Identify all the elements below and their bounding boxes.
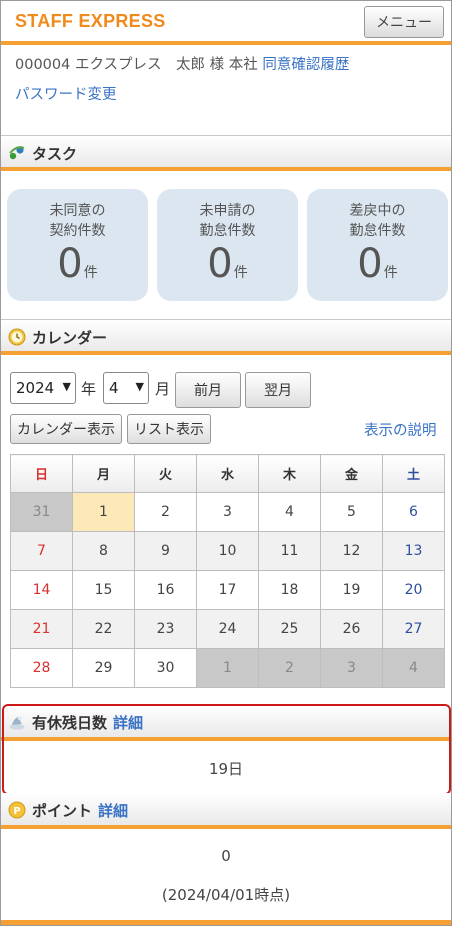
month-unit-label: 月: [155, 380, 171, 398]
weekday-fri: 金: [320, 454, 383, 493]
task-section-title: タスク: [32, 145, 78, 163]
calendar-week: 7 8 9 10 11 12 13: [10, 531, 445, 571]
calendar-day[interactable]: 27: [382, 609, 445, 649]
calendar-day[interactable]: 17: [196, 570, 259, 610]
task-card-line1: 未申請の: [199, 203, 256, 219]
calendar-day[interactable]: 15: [72, 570, 135, 610]
calendar-section-title: カレンダー: [32, 329, 108, 347]
task-card-line1: 未同意の: [49, 203, 106, 219]
consent-history-link[interactable]: 同意確認履歴: [262, 57, 349, 73]
calendar-day[interactable]: 29: [72, 648, 135, 688]
task-card-count: 0件: [357, 241, 398, 287]
calendar-day[interactable]: 16: [134, 570, 197, 610]
calendar-day[interactable]: 3: [320, 648, 383, 688]
task-card-unsubmitted-attendance[interactable]: 未申請の 勤怠件数 0件: [157, 189, 298, 301]
menu-button[interactable]: メニュー: [364, 6, 444, 38]
calendar-day[interactable]: 30: [134, 648, 197, 688]
calendar-day[interactable]: 20: [382, 570, 445, 610]
calendar-week: 14 15 16 17 18 19 20: [10, 570, 445, 610]
calendar-day[interactable]: 10: [196, 531, 259, 571]
calendar-day[interactable]: 28: [10, 648, 73, 688]
calendar-day[interactable]: 31: [10, 492, 73, 532]
calendar-day[interactable]: 9: [134, 531, 197, 571]
point-coin-icon: P: [8, 801, 26, 819]
calendar-day[interactable]: 1: [196, 648, 259, 688]
calendar-day[interactable]: 24: [196, 609, 259, 649]
calendar-day[interactable]: 25: [258, 609, 321, 649]
calendar-day[interactable]: 2: [258, 648, 321, 688]
month-select[interactable]: 4 ▼: [103, 372, 149, 404]
password-change-link[interactable]: パスワード変更: [15, 83, 117, 104]
task-card-line2: 契約件数: [49, 223, 106, 239]
app-frame: STAFF EXPRESS メニュー 000004 エクスプレス 太郎 様 本社…: [0, 0, 452, 926]
app-logo[interactable]: STAFF EXPRESS: [15, 11, 166, 32]
calendar-day[interactable]: 18: [258, 570, 321, 610]
weekday-sun: 日: [10, 454, 73, 493]
calendar-day[interactable]: 12: [320, 531, 383, 571]
calendar-day[interactable]: 26: [320, 609, 383, 649]
year-select[interactable]: 2024 ▼: [10, 372, 76, 404]
weekday-thu: 木: [258, 454, 321, 493]
calendar-week: 28 29 30 1 2 3 4: [10, 648, 445, 688]
next-month-button[interactable]: 翌月: [245, 372, 311, 408]
app-header: STAFF EXPRESS メニュー: [1, 1, 451, 45]
weekday-mon: 月: [72, 454, 135, 493]
calendar-day[interactable]: 14: [10, 570, 73, 610]
calendar-day[interactable]: 5: [320, 492, 383, 532]
user-info-text: 000004 エクスプレス 太郎 様 本社: [15, 57, 258, 73]
calendar-day[interactable]: 3: [196, 492, 259, 532]
paid-leave-highlight: [2, 704, 451, 795]
weekday-header-row: 日 月 火 水 木 金 土: [10, 454, 445, 493]
task-card-count: 0件: [207, 241, 248, 287]
chevron-down-icon: ▼: [62, 380, 71, 393]
calendar-week: 21 22 23 24 25 26 27: [10, 609, 445, 649]
calendar-day[interactable]: 23: [134, 609, 197, 649]
svg-text:P: P: [13, 806, 20, 817]
weekday-wed: 水: [196, 454, 259, 493]
calendar-grid: 日 月 火 水 木 金 土 31 1 2 3 4 5 6 7 8 9 10 11…: [10, 454, 445, 688]
task-card-count: 0件: [57, 241, 98, 287]
calendar-day[interactable]: 19: [320, 570, 383, 610]
points-detail-link[interactable]: 詳細: [98, 802, 128, 820]
calendar-day[interactable]: 11: [258, 531, 321, 571]
task-section-header: タスク: [1, 135, 451, 171]
calendar-section-header: カレンダー: [1, 319, 451, 355]
calendar-day[interactable]: 13: [382, 531, 445, 571]
list-view-button[interactable]: リスト表示: [127, 414, 211, 444]
points-value: 0: [221, 847, 231, 865]
task-card-unagreed-contracts[interactable]: 未同意の 契約件数 0件: [7, 189, 148, 301]
calendar-day[interactable]: 8: [72, 531, 135, 571]
calendar-week: 31 1 2 3 4 5 6: [10, 492, 445, 532]
calendar-day[interactable]: 4: [258, 492, 321, 532]
task-card-returned-attendance[interactable]: 差戻中の 勤怠件数 0件: [307, 189, 448, 301]
prev-month-button[interactable]: 前月: [175, 372, 241, 408]
points-as-of: (2024/04/01時点): [161, 886, 291, 904]
calendar-view-button[interactable]: カレンダー表示: [10, 414, 122, 444]
weekday-sat: 土: [382, 454, 445, 493]
calendar-day-today[interactable]: 1: [72, 492, 135, 532]
clock-icon: [8, 328, 26, 346]
task-card-line1: 差戻中の: [349, 203, 406, 219]
calendar-day[interactable]: 6: [382, 492, 445, 532]
task-card-line2: 勤怠件数: [349, 223, 406, 239]
calendar-day[interactable]: 21: [10, 609, 73, 649]
task-card-line2: 勤怠件数: [199, 223, 256, 239]
weekday-tue: 火: [134, 454, 197, 493]
points-section-header: P ポイント 詳細: [1, 793, 451, 829]
calendar-day[interactable]: 22: [72, 609, 135, 649]
task-icon: [9, 146, 25, 160]
display-help-link[interactable]: 表示の説明: [364, 419, 437, 440]
calendar-day[interactable]: 7: [10, 531, 73, 571]
calendar-day[interactable]: 2: [134, 492, 197, 532]
points-section-title: ポイント 詳細: [32, 802, 129, 820]
user-info: 000004 エクスプレス 太郎 様 本社 同意確認履歴: [15, 53, 349, 74]
chevron-down-icon: ▼: [135, 380, 144, 393]
footer-bar: [1, 920, 451, 925]
year-unit-label: 年: [81, 380, 97, 398]
calendar-day[interactable]: 4: [382, 648, 445, 688]
